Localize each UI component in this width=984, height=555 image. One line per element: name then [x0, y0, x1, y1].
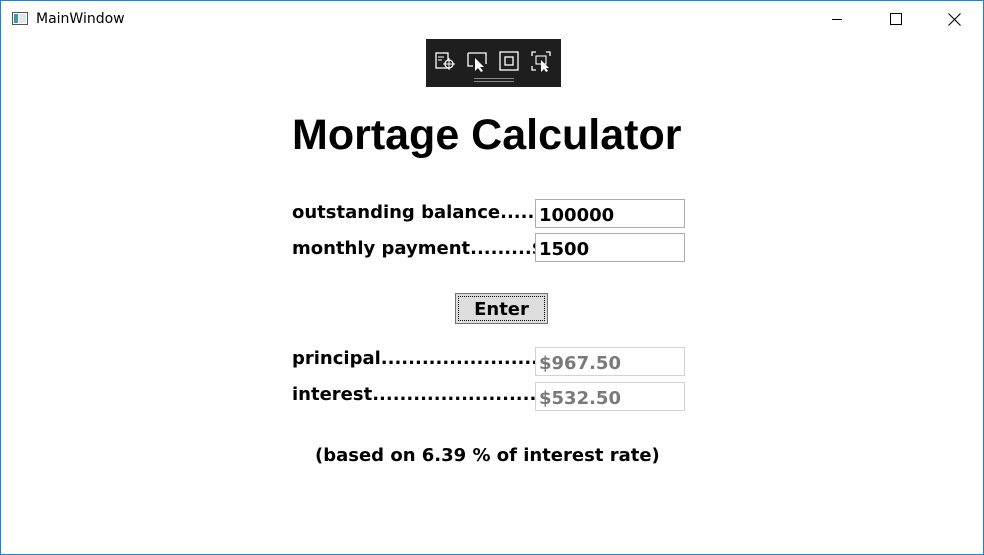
principal-output: [535, 347, 685, 376]
close-button[interactable]: [925, 1, 983, 37]
monthly-payment-input[interactable]: [535, 233, 685, 262]
close-icon: [947, 12, 961, 26]
main-window: MainWindow Mortage Calculator outstandin…: [0, 0, 984, 555]
maximize-button[interactable]: [867, 1, 925, 37]
cursor-select-icon[interactable]: [466, 50, 488, 72]
minimize-icon: [832, 19, 842, 20]
interest-rate-note: (based on 6.39 % of interest rate): [315, 445, 660, 466]
interest-label: interest............................: [292, 384, 564, 405]
outstanding-balance-input[interactable]: [535, 199, 685, 228]
minimize-button[interactable]: [808, 1, 866, 37]
principal-label: principal..........................: [292, 348, 559, 369]
title-bar[interactable]: MainWindow: [1, 1, 983, 37]
toolbar-grip[interactable]: [474, 78, 514, 82]
monthly-payment-label: monthly payment.........$: [292, 238, 545, 259]
maximize-icon: [890, 13, 902, 25]
layout-adorner-icon[interactable]: [498, 50, 520, 72]
track-focus-icon[interactable]: [530, 50, 552, 72]
page-title: Mortage Calculator: [292, 111, 682, 159]
outstanding-balance-label: outstanding balance.....$: [292, 202, 547, 223]
enter-button[interactable]: Enter: [455, 293, 548, 324]
app-icon: [12, 12, 28, 25]
enter-button-label: Enter: [474, 299, 529, 320]
window-title: MainWindow: [36, 11, 125, 27]
select-element-icon[interactable]: [434, 50, 456, 72]
runtime-tools-toolbar: [426, 39, 561, 87]
interest-output: [535, 382, 685, 411]
